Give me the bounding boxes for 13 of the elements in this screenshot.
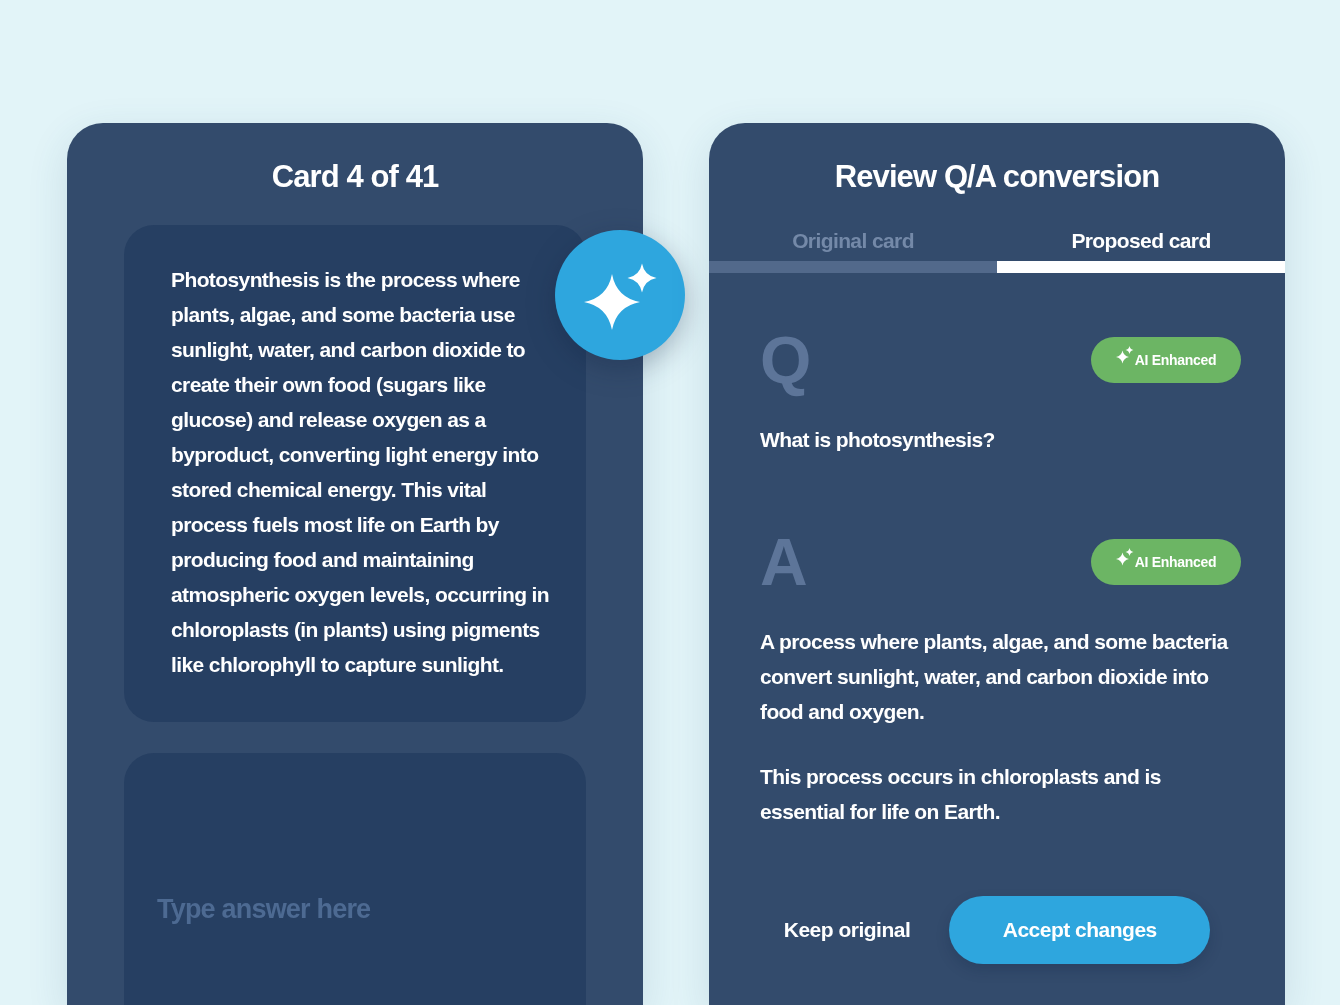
tab[interactable]: Proposed card — [997, 226, 1285, 273]
sparkle-icon[interactable] — [555, 230, 685, 360]
card-text: Photosynthesis is the process where plants, algae, and some bacteria use sunlight, water, and carbon dioxide to create their own food (sugars like glucose) and release oxygen as a byproduct, converting light energy into stored chemical energy. This vital process fuels most life on Earth by producing food and maintaining atmospheric oxygen levels, occurring in chloroplasts (in plants) using pigments like chlorophyll to capture sunlight. — [171, 267, 551, 678]
answer-text: A process where plants, algae, and some bacteria convert sunlight, water, and carbon dioxide into food and oxygen. — [760, 629, 1230, 725]
keep-button[interactable]: Keep original — [783, 896, 911, 964]
badge-label: AI Enhanced — [1134, 352, 1217, 368]
sparkle-icon — [1115, 346, 1134, 364]
question-text: What is photosynthesis? — [760, 427, 996, 453]
badge-label: AI Enhanced — [1134, 554, 1217, 570]
sparkle-icon — [1115, 548, 1134, 566]
answer-text: This process occurs in chloroplasts and is essential for life on Earth. — [760, 764, 1162, 825]
card-counter: Card 4 of 41 — [271, 158, 439, 196]
review-title: Review Q/A conversion — [834, 158, 1160, 196]
